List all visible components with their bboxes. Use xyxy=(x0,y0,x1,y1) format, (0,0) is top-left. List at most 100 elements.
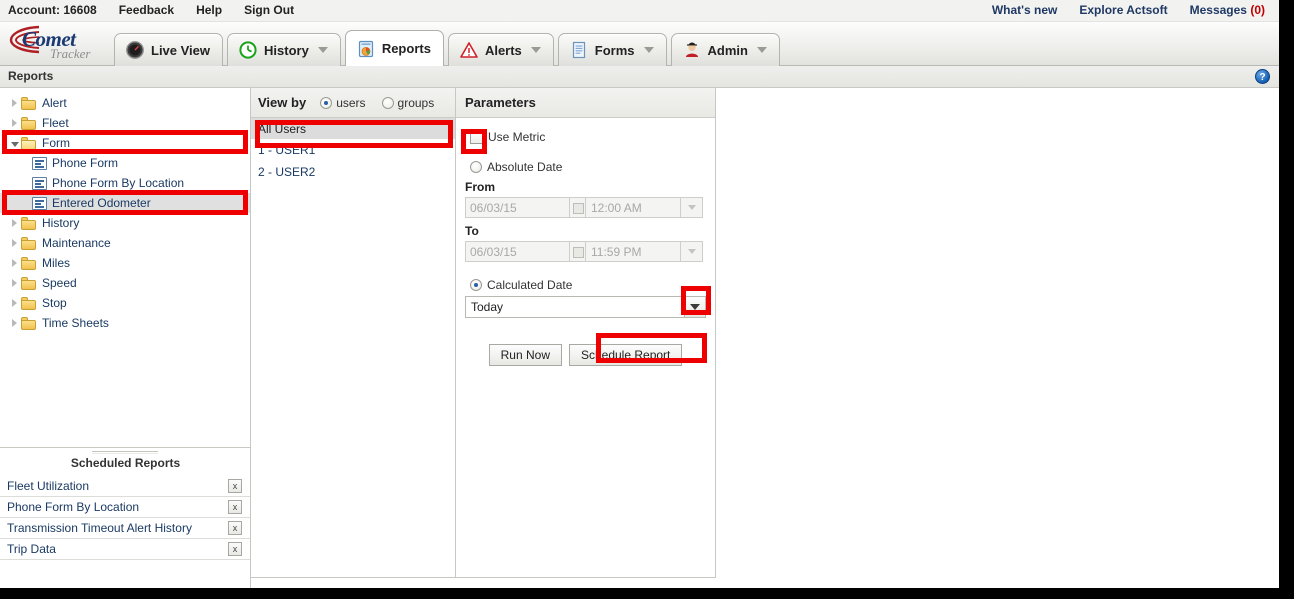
tab-reports[interactable]: Reports xyxy=(344,30,444,66)
expand-arrow-icon[interactable] xyxy=(8,279,21,287)
tab-live-view[interactable]: Live View xyxy=(114,33,224,66)
list-item[interactable]: Phone Form By Location x xyxy=(0,497,250,518)
messages-link[interactable]: Messages (0) xyxy=(1190,3,1265,17)
scheduled-reports-list: Fleet Utilization x Phone Form By Locati… xyxy=(0,476,250,560)
checkbox-icon xyxy=(470,130,483,144)
user-list-item-all-users[interactable]: All Users xyxy=(251,118,455,139)
list-item[interactable]: Trip Data x xyxy=(0,539,250,560)
chevron-down-icon[interactable] xyxy=(643,47,654,53)
account-bar-left-links: Account: 16608 Feedback Help Sign Out xyxy=(8,3,294,17)
users-panel: View by users groups All Users 1 - USER1… xyxy=(251,88,456,578)
user-list-item-user2[interactable]: 2 - USER2 xyxy=(251,161,455,183)
from-date-row: 06/03/15 12:00 AM xyxy=(465,197,706,218)
tab-alerts-label: Alerts xyxy=(484,42,522,58)
tree-item-stop[interactable]: Stop xyxy=(0,293,250,313)
expand-arrow-icon[interactable] xyxy=(8,99,21,107)
delete-scheduled-report-button[interactable]: x xyxy=(228,542,242,556)
tree-item-label: Phone Form By Location xyxy=(52,176,185,190)
tab-history-label: History xyxy=(264,42,309,58)
folder-icon xyxy=(21,316,37,330)
user-list-item-user1[interactable]: 1 - USER1 xyxy=(251,139,455,161)
delete-scheduled-report-button[interactable]: x xyxy=(228,521,242,535)
calendar-icon[interactable] xyxy=(570,241,586,262)
explore-actsoft-link[interactable]: Explore Actsoft xyxy=(1079,3,1167,17)
expand-arrow-icon[interactable] xyxy=(8,299,21,307)
to-time-dropdown-arrow-icon[interactable] xyxy=(681,241,703,262)
run-now-button[interactable]: Run Now xyxy=(488,344,562,366)
parameters-panel: Parameters Use Metric Absolute Date From… xyxy=(456,88,716,578)
list-item[interactable]: Fleet Utilization x xyxy=(0,476,250,497)
tree-item-speed[interactable]: Speed xyxy=(0,273,250,293)
report-icon xyxy=(356,39,376,59)
tree-item-phone-form-by-location[interactable]: Phone Form By Location xyxy=(0,173,250,193)
chevron-down-icon[interactable] xyxy=(756,47,767,53)
chevron-down-icon[interactable] xyxy=(684,296,706,318)
to-time-input[interactable]: 11:59 PM xyxy=(586,241,681,262)
parameters-body: Use Metric Absolute Date From 06/03/15 1… xyxy=(456,130,715,366)
from-date-input[interactable]: 06/03/15 xyxy=(465,197,570,218)
page-title: Reports xyxy=(8,69,54,83)
tree-item-phone-form[interactable]: Phone Form xyxy=(0,153,250,173)
from-time-input[interactable]: 12:00 AM xyxy=(586,197,681,218)
view-by-groups-radio[interactable]: groups xyxy=(378,96,434,110)
main-tabs: Live View History Reports Alerts Forms A… xyxy=(114,30,784,66)
radio-icon xyxy=(470,279,482,291)
report-tree-panel: Alert Fleet Form Phone Form Phone Form B… xyxy=(0,88,251,448)
expand-arrow-icon[interactable] xyxy=(8,219,21,227)
account-link[interactable]: Account: 16608 xyxy=(8,3,97,17)
list-item[interactable]: Transmission Timeout Alert History x xyxy=(0,518,250,539)
tree-item-time-sheets[interactable]: Time Sheets xyxy=(0,313,250,333)
tree-item-fleet[interactable]: Fleet xyxy=(0,113,250,133)
tab-live-view-label: Live View xyxy=(151,42,211,58)
chevron-down-icon[interactable] xyxy=(530,47,541,53)
collapse-arrow-icon[interactable] xyxy=(8,140,21,147)
tree-item-miles[interactable]: Miles xyxy=(0,253,250,273)
tab-forms[interactable]: Forms xyxy=(557,33,667,66)
tree-item-form[interactable]: Form xyxy=(0,133,250,153)
calculated-date-radio[interactable]: Calculated Date xyxy=(465,278,706,292)
from-time-dropdown-arrow-icon[interactable] xyxy=(681,197,703,218)
use-metric-checkbox[interactable]: Use Metric xyxy=(465,130,706,144)
absolute-date-radio[interactable]: Absolute Date xyxy=(465,160,706,174)
scheduled-reports-panel: Scheduled Reports Fleet Utilization x Ph… xyxy=(0,448,251,588)
tree-item-entered-odometer[interactable]: Entered Odometer xyxy=(0,193,250,213)
expand-arrow-icon[interactable] xyxy=(8,119,21,127)
expand-arrow-icon[interactable] xyxy=(8,319,21,327)
main-content: Alert Fleet Form Phone Form Phone Form B… xyxy=(0,88,1279,588)
help-circle-icon[interactable]: ? xyxy=(1255,69,1270,84)
calculated-date-value[interactable]: Today xyxy=(465,296,684,318)
sign-out-link[interactable]: Sign Out xyxy=(244,3,294,17)
help-link[interactable]: Help xyxy=(196,3,222,17)
calculated-date-select[interactable]: Today xyxy=(465,296,706,318)
tree-item-history[interactable]: History xyxy=(0,213,250,233)
view-by-users-label: users xyxy=(336,95,366,110)
tree-item-maintenance[interactable]: Maintenance xyxy=(0,233,250,253)
scheduled-report-label: Fleet Utilization xyxy=(7,479,90,493)
folder-icon xyxy=(21,216,37,230)
panel-resize-grip[interactable] xyxy=(92,451,158,454)
tree-item-label: Alert xyxy=(42,96,67,110)
delete-scheduled-report-button[interactable]: x xyxy=(228,500,242,514)
schedule-report-button[interactable]: Schedule Report xyxy=(568,344,683,366)
absolute-date-label: Absolute Date xyxy=(487,160,563,174)
from-label: From xyxy=(465,180,495,194)
gauge-icon xyxy=(125,40,145,60)
page-header: Reports ? xyxy=(0,66,1279,88)
tab-admin[interactable]: Admin xyxy=(670,33,780,66)
view-by-users-radio[interactable]: users xyxy=(316,95,366,110)
to-date-input[interactable]: 06/03/15 xyxy=(465,241,570,262)
folder-open-icon xyxy=(21,136,37,150)
tab-alerts[interactable]: Alerts xyxy=(447,33,554,66)
expand-arrow-icon[interactable] xyxy=(8,239,21,247)
tab-history[interactable]: History xyxy=(227,33,341,66)
expand-arrow-icon[interactable] xyxy=(8,259,21,267)
calendar-icon[interactable] xyxy=(570,197,586,218)
messages-label: Messages xyxy=(1189,3,1247,17)
whats-new-link[interactable]: What's new xyxy=(992,3,1058,17)
feedback-link[interactable]: Feedback xyxy=(119,3,174,17)
tree-item-label: Phone Form xyxy=(52,156,119,170)
folder-icon xyxy=(21,96,37,110)
chevron-down-icon[interactable] xyxy=(317,47,328,53)
tree-item-alert[interactable]: Alert xyxy=(0,93,250,113)
delete-scheduled-report-button[interactable]: x xyxy=(228,479,242,493)
